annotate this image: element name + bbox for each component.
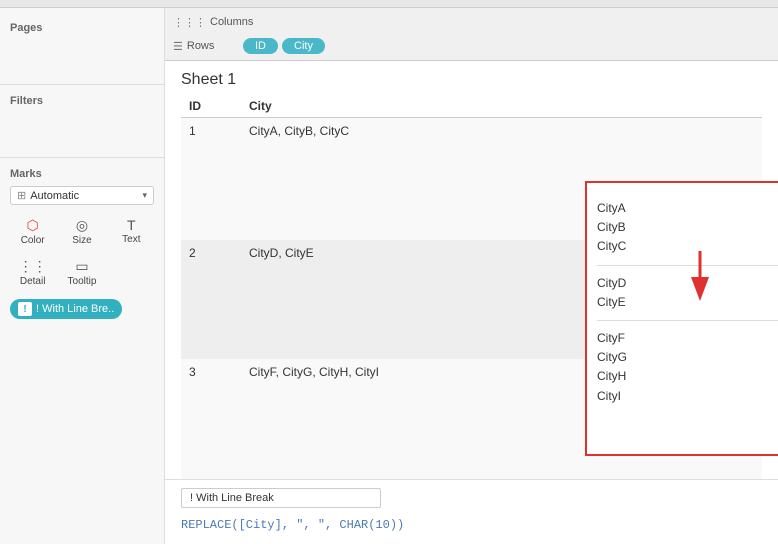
columns-icon: ⋮⋮⋮ (173, 16, 206, 29)
with-line-break-icon: ! (18, 302, 32, 316)
color-icon: ⬡ (27, 217, 39, 234)
rows-pill-id[interactable]: ID (243, 38, 278, 54)
sheet-title: Sheet 1 (165, 61, 778, 95)
marks-title: Marks (10, 168, 154, 180)
text-icon: T (127, 217, 136, 233)
detail-icon: ⋮⋮ (19, 258, 47, 275)
highlight-city-a: CityA (597, 199, 778, 218)
tooltip-icon: ▭ (75, 258, 88, 275)
bottom-area: ! With Line Break REPLACE([City], ", ", … (165, 479, 778, 544)
marks-text-button[interactable]: T Text (109, 213, 154, 250)
highlight-city-h: CityH (597, 367, 778, 386)
text-label: Text (122, 234, 140, 245)
columns-shelf: ⋮⋮⋮ Columns (173, 10, 770, 34)
with-line-break-label: ! With Line Bre.. (36, 303, 114, 315)
marks-type-dropdown[interactable]: ⊞ Automatic ▾ (10, 186, 154, 205)
marks-type-label: Automatic (30, 190, 142, 202)
marks-color-button[interactable]: ⬡ Color (10, 213, 55, 250)
filters-title: Filters (10, 95, 154, 107)
highlight-city-f: CityF (597, 329, 778, 348)
col-header-empty (441, 95, 762, 118)
pages-section: Pages (0, 16, 164, 80)
row3-id: 3 (181, 359, 241, 479)
size-label: Size (72, 235, 91, 246)
main-layout: Pages Filters Marks ⊞ Automatic ▾ ⬡ Colo… (0, 8, 778, 544)
formula-label-bar: ! With Line Break (181, 488, 762, 508)
red-arrow (680, 251, 720, 304)
color-label: Color (21, 235, 45, 246)
content-area: ⋮⋮⋮ Columns ☰ Rows ID City Sheet 1 ID (165, 8, 778, 544)
divider-1 (0, 84, 164, 85)
rows-pill-city[interactable]: City (282, 38, 325, 54)
with-line-break-button[interactable]: ! ! With Line Bre.. (10, 299, 122, 319)
marks-tooltip-button[interactable]: ▭ Tooltip (59, 254, 104, 291)
shelf-area: ⋮⋮⋮ Columns ☰ Rows ID City (165, 8, 778, 61)
row3-city: CityF, CityG, CityH, CityI (241, 359, 441, 479)
highlight-city-i: CityI (597, 387, 778, 406)
table-header-row: ID City (181, 95, 762, 118)
rows-icon: ☰ (173, 40, 183, 53)
marks-buttons-grid: ⬡ Color ◎ Size T Text ⋮⋮ Detail ▭ Tool (10, 213, 154, 291)
highlight-box: CityA CityB CityC CityD CityE CityF City… (585, 181, 778, 456)
marks-type-icon: ⊞ (17, 189, 26, 202)
col-header-id: ID (181, 95, 241, 118)
columns-label: ⋮⋮⋮ Columns (173, 16, 243, 29)
row2-id: 2 (181, 240, 241, 360)
row2-city: CityD, CityE (241, 240, 441, 360)
view-area: Sheet 1 ID City 1 CityA, CityB, CityC (165, 61, 778, 479)
rows-label: ☰ Rows (173, 40, 243, 53)
marks-dropdown-arrow-icon: ▾ (142, 190, 147, 201)
formula-name-field[interactable]: ! With Line Break (181, 488, 381, 508)
marks-size-button[interactable]: ◎ Size (59, 213, 104, 250)
divider-2 (0, 157, 164, 158)
sidebar: Pages Filters Marks ⊞ Automatic ▾ ⬡ Colo… (0, 8, 165, 544)
highlight-city-g: CityG (597, 348, 778, 367)
rows-shelf: ☰ Rows ID City (173, 34, 770, 58)
highlight-group-3: CityF CityG CityH CityI (597, 321, 778, 414)
formula-code-display: REPLACE([City], ", ", CHAR(10)) (181, 514, 762, 536)
formula-text: REPLACE([City], ", ", CHAR(10)) (181, 518, 404, 532)
col-header-city: City (241, 95, 441, 118)
filters-section: Filters (0, 89, 164, 153)
pages-title: Pages (10, 22, 154, 34)
tooltip-label: Tooltip (68, 276, 97, 287)
marks-detail-button[interactable]: ⋮⋮ Detail (10, 254, 55, 291)
highlight-city-b: CityB (597, 218, 778, 237)
detail-label: Detail (20, 276, 46, 287)
marks-section: Marks ⊞ Automatic ▾ ⬡ Color ◎ Size T Tex… (0, 162, 164, 325)
row1-city: CityA, CityB, CityC (241, 118, 441, 240)
pages-content (10, 40, 154, 70)
size-icon: ◎ (76, 217, 88, 234)
filters-content (10, 113, 154, 143)
top-bar (0, 0, 778, 8)
row1-id: 1 (181, 118, 241, 240)
